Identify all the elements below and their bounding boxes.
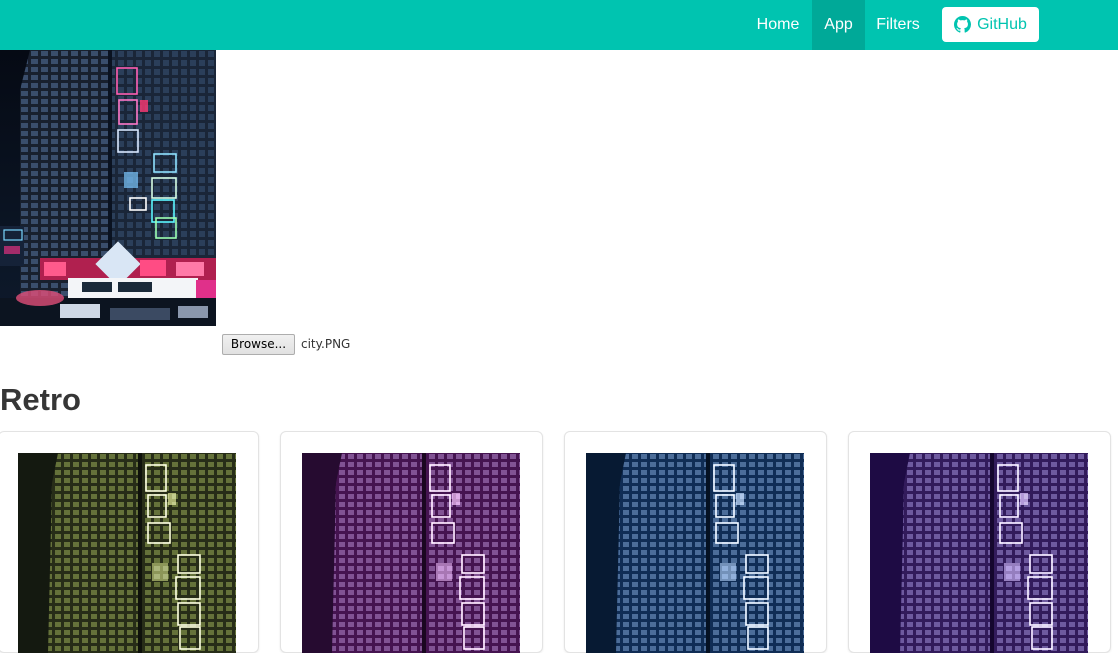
tint-overlay <box>870 453 1088 653</box>
filter-card-purple[interactable] <box>280 431 543 653</box>
thumb-svg <box>18 453 236 653</box>
tint-overlay <box>586 453 804 653</box>
nav-app-link[interactable]: App <box>812 0 865 50</box>
file-name-label: city.PNG <box>301 337 351 351</box>
filter-preview-image <box>18 453 236 653</box>
section-title: Retro <box>0 382 81 417</box>
filter-card-blue[interactable] <box>564 431 827 653</box>
github-icon <box>954 16 972 33</box>
browse-button[interactable]: Browse... <box>222 334 295 355</box>
tint-overlay <box>18 453 236 653</box>
navbar: Home App Filters GitHub <box>0 0 1118 50</box>
preview-image <box>0 50 216 326</box>
nav-home-link[interactable]: Home <box>745 0 811 50</box>
filter-card-violet[interactable] <box>848 431 1111 653</box>
filter-preview-image <box>586 453 804 653</box>
github-button[interactable]: GitHub <box>942 7 1039 42</box>
filter-preview-image <box>302 453 520 653</box>
github-label: GitHub <box>977 16 1027 33</box>
filter-card-olive[interactable] <box>0 431 259 653</box>
filter-preview-image <box>870 453 1088 653</box>
tint-overlay <box>302 453 520 653</box>
nav-filters-link[interactable]: Filters <box>865 0 931 50</box>
